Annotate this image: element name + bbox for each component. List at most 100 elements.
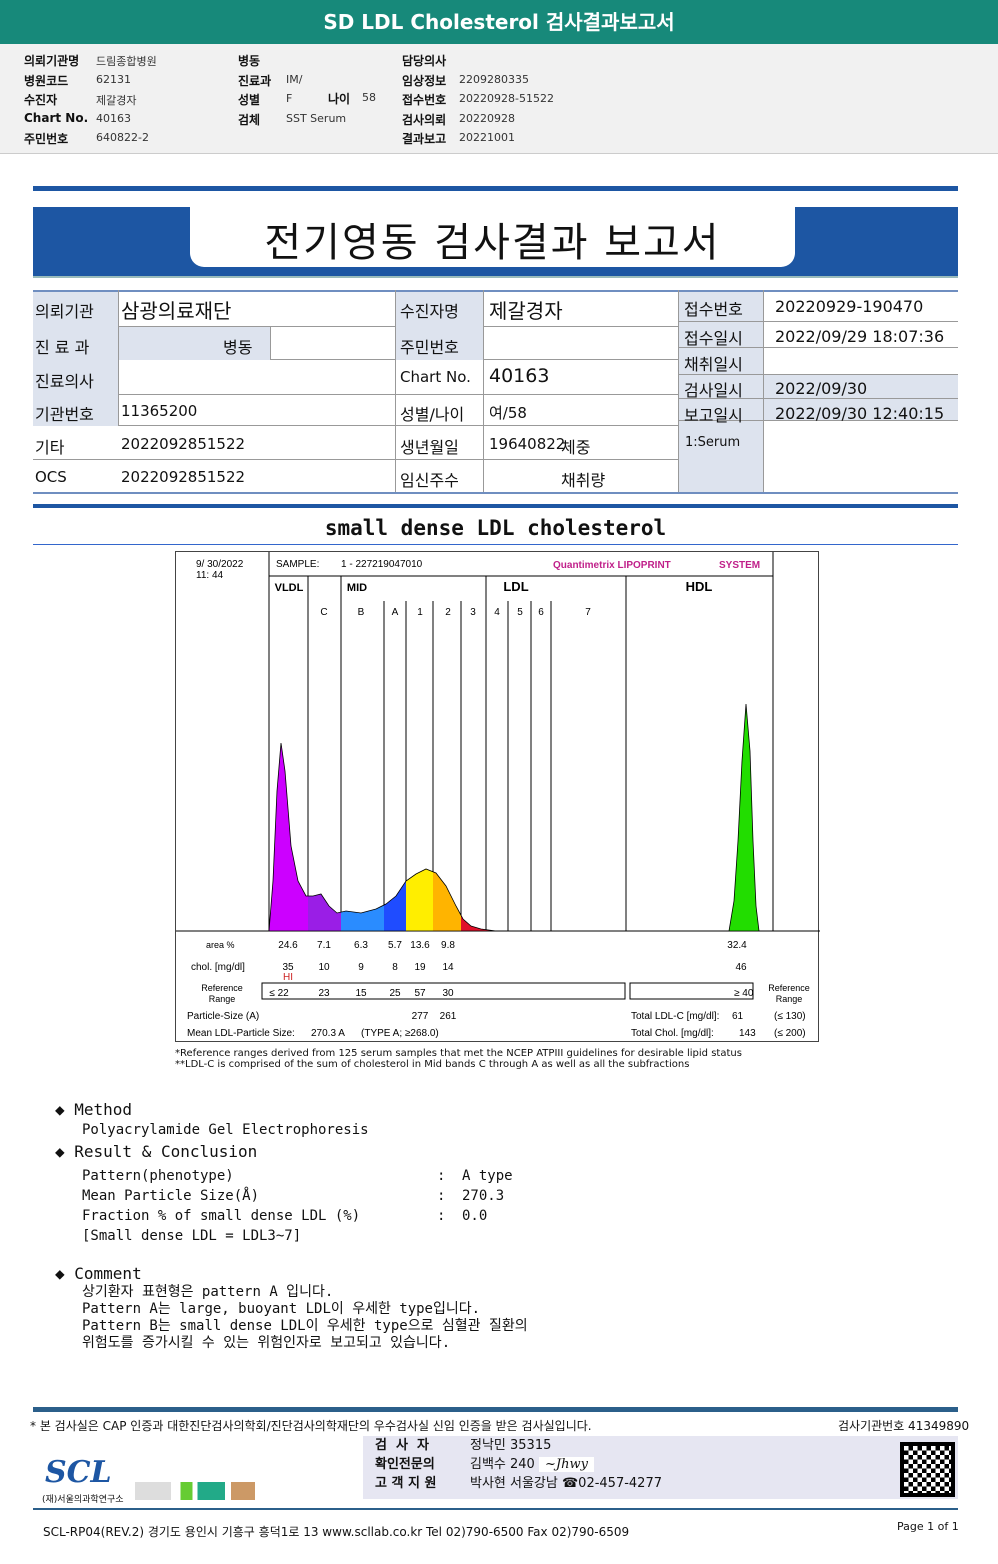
ldlc-ref: (≤ 130) bbox=[774, 1011, 806, 1022]
sex-age: 여/58 bbox=[489, 404, 527, 422]
chart-number: 40163 bbox=[489, 365, 550, 387]
area-label: area % bbox=[206, 940, 235, 950]
info-c2-label: 진료과 bbox=[238, 73, 272, 88]
label: Chart No. bbox=[400, 368, 471, 386]
page-number: Page 1 of 1 bbox=[897, 1520, 959, 1533]
method-title: Method bbox=[74, 1100, 133, 1119]
chart-time: 11: 44 bbox=[196, 570, 223, 581]
tc-value: 143 bbox=[739, 1028, 756, 1039]
chart-date: 9/ 30/2022 bbox=[196, 559, 244, 570]
diamond-icon: ◆ bbox=[55, 1100, 75, 1119]
label: 채취량 bbox=[561, 471, 606, 490]
band-label: 7 bbox=[585, 607, 591, 618]
hdl-area: 32.4 bbox=[727, 940, 747, 951]
label: 접수일시 bbox=[684, 329, 743, 348]
particle-size: 261 bbox=[440, 1011, 457, 1022]
info-c1-value: 40163 bbox=[96, 111, 131, 125]
ref-value: ≤ 22 bbox=[269, 988, 289, 999]
info-c3-label: 결과보고 bbox=[402, 132, 447, 146]
ldlc-label: Total LDL-C [mg/dl]: bbox=[631, 1011, 719, 1022]
chol-label: chol. [mg/dl] bbox=[191, 962, 245, 973]
info-c1-label: 병원코드 bbox=[24, 73, 69, 88]
report-title: 전기영동 검사결과 보고서 bbox=[264, 220, 721, 266]
label: OCS bbox=[35, 468, 67, 486]
signature-image: ~Jhwy bbox=[538, 1457, 594, 1472]
info-c3-label: 담당의사 bbox=[402, 54, 447, 68]
area-value: 5.7 bbox=[388, 940, 402, 951]
ref-label: Range bbox=[776, 994, 803, 1004]
result-item: Pattern(phenotype): A type bbox=[82, 1168, 513, 1184]
info-c3-value: 20220928-51522 bbox=[459, 92, 554, 105]
brand: Quantimetrix LIPOPRINT bbox=[553, 560, 671, 571]
area-value: 24.6 bbox=[278, 940, 298, 951]
logo-subtitle: (재)서울의과학연구소 bbox=[42, 1495, 124, 1505]
band-area-1 bbox=[406, 704, 433, 931]
receipt-number: 20220929-190470 bbox=[775, 297, 924, 316]
hdl-ref: ≥ 40 bbox=[734, 988, 754, 999]
tester: 정낙민 35315 bbox=[470, 1438, 552, 1453]
label: 보고일시 bbox=[684, 406, 743, 425]
group-label: LDL bbox=[503, 579, 528, 594]
label: 기타 bbox=[35, 438, 65, 457]
footnote: **LDL-C is comprised of the sum of chole… bbox=[175, 1059, 690, 1070]
ldlc-value: 61 bbox=[732, 1011, 744, 1022]
area-value: 13.6 bbox=[410, 940, 430, 951]
info-c2-value: F bbox=[286, 92, 293, 105]
tc-label: Total Chol. [mg/dl]: bbox=[631, 1028, 714, 1039]
area-value: 9.8 bbox=[441, 940, 455, 951]
area-value: 7.1 bbox=[317, 940, 331, 951]
ref-label: Reference bbox=[201, 983, 243, 993]
group-label: HDL bbox=[686, 579, 713, 594]
info-c1-label: 의뢰기관명 bbox=[24, 54, 80, 68]
band-area-C bbox=[308, 704, 341, 931]
info-c1-label: Chart No. bbox=[24, 110, 89, 125]
age-value: 58 bbox=[362, 91, 376, 104]
band-label: 2 bbox=[445, 607, 451, 618]
sample-label: SAMPLE: bbox=[276, 559, 319, 570]
info-c2-label: 검체 bbox=[238, 112, 261, 127]
ref-value: 15 bbox=[355, 988, 367, 999]
sample-id: 1 - 227219047010 bbox=[341, 559, 423, 570]
label: 진료의사 bbox=[35, 372, 94, 391]
group-label: VLDL bbox=[275, 582, 304, 594]
info-c3-label: 임상정보 bbox=[402, 73, 447, 88]
lab-number: 검사기관번호 41349890 bbox=[838, 1419, 970, 1433]
ref-value: 25 bbox=[389, 988, 401, 999]
result-title: Result & Conclusion bbox=[74, 1142, 258, 1161]
band-label: 5 bbox=[517, 607, 523, 618]
certification-note: * 본 검사실은 CAP 인증과 대한진단검사의학회/진단검사의학재단의 우수검… bbox=[30, 1419, 592, 1433]
qr-code bbox=[900, 1442, 955, 1497]
test-date: 2022/09/30 bbox=[775, 379, 868, 398]
result-item: Fraction % of small dense LDL (%):0.0 bbox=[82, 1208, 488, 1224]
info-c1-value: 제갈경자 bbox=[96, 94, 137, 107]
institution-code: 11365200 bbox=[121, 402, 198, 420]
comment-line: 위험도를 증가시킬 수 있는 위험인자로 보고되고 있습니다. bbox=[82, 1335, 451, 1351]
mean-size-label: Mean LDL-Particle Size: bbox=[187, 1028, 295, 1039]
group-label: MID bbox=[347, 582, 367, 594]
label: 의뢰기관 bbox=[35, 302, 94, 321]
label: 임신주수 bbox=[400, 471, 459, 490]
comment-line: 상기환자 표현형은 pattern A 입니다. bbox=[82, 1284, 334, 1300]
band-area-3 bbox=[461, 704, 501, 931]
label: 성별/나이 bbox=[400, 405, 465, 424]
age-label: 나이 bbox=[328, 92, 351, 106]
label: 접수번호 bbox=[684, 300, 743, 319]
diamond-icon: ◆ bbox=[55, 1142, 75, 1161]
result-label: Mean Particle Size(Å) bbox=[82, 1188, 260, 1204]
band-label: A bbox=[392, 607, 399, 618]
comment-title: Comment bbox=[74, 1264, 142, 1283]
patient-name: 제갈경자 bbox=[489, 299, 563, 323]
result-label: Pattern(phenotype) bbox=[82, 1168, 234, 1184]
info-c2-label: 성별 bbox=[238, 93, 261, 107]
chol-value: 19 bbox=[414, 962, 426, 973]
mean-type: (TYPE A; ≥268.0) bbox=[361, 1028, 439, 1039]
specimen: 1:Serum bbox=[685, 435, 741, 450]
band-area-2 bbox=[433, 704, 461, 931]
label: 주민번호 bbox=[400, 338, 459, 357]
label: 수진자명 bbox=[400, 302, 459, 321]
electropherogram: 9/ 30/202211: 44 SAMPLE: 1 - 227219047010 Q… bbox=[176, 552, 820, 1039]
etc-value: 2022092851522 bbox=[121, 435, 246, 453]
band-label: 1 bbox=[417, 607, 423, 618]
info-c2-value: SST Serum bbox=[286, 111, 347, 125]
area-value: 6.3 bbox=[354, 940, 368, 951]
